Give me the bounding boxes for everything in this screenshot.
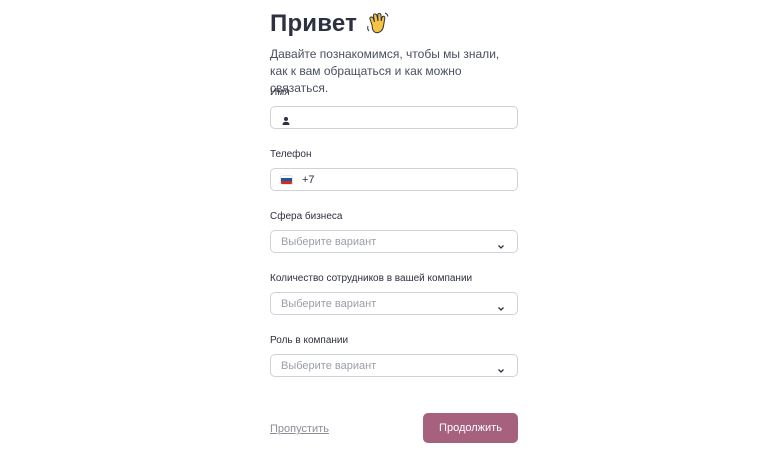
employees-placeholder: Выберите вариант — [281, 297, 377, 310]
continue-button[interactable]: Продолжить — [423, 413, 518, 443]
onboarding-form: Привет Давайте познакомимся, чтобы мы зн… — [270, 8, 518, 443]
role-placeholder: Выберите вариант — [281, 359, 377, 372]
role-select[interactable]: Выберите вариант — [270, 354, 518, 377]
employees-select[interactable]: Выберите вариант — [270, 292, 518, 315]
phone-field: Телефон +7 — [270, 148, 518, 191]
waving-hand-icon — [365, 11, 391, 37]
phone-value: +7 — [302, 173, 315, 186]
chevron-down-icon — [497, 238, 505, 249]
russia-flag-icon[interactable] — [281, 175, 292, 184]
phone-label: Телефон — [270, 149, 312, 160]
business-select[interactable]: Выберите вариант — [270, 230, 518, 253]
business-label: Сфера бизнеса — [270, 211, 343, 222]
role-field: Роль в компании Выберите вариант — [270, 334, 518, 377]
business-field: Сфера бизнеса Выберите вариант — [270, 210, 518, 253]
employees-field: Количество сотрудников в вашей компании … — [270, 272, 518, 315]
name-label: Имя — [270, 87, 290, 98]
role-label: Роль в компании — [270, 335, 349, 346]
user-icon — [281, 113, 291, 125]
name-input[interactable] — [270, 106, 518, 129]
chevron-down-icon — [497, 300, 505, 311]
phone-input[interactable]: +7 — [270, 168, 518, 191]
employees-label: Количество сотрудников в вашей компании — [270, 273, 473, 284]
skip-link[interactable]: Пропустить — [270, 423, 329, 435]
chevron-down-icon — [497, 362, 505, 373]
title-row: Привет — [270, 8, 518, 40]
name-field: Имя — [270, 86, 518, 129]
page-title: Привет — [270, 10, 358, 37]
business-placeholder: Выберите вариант — [281, 235, 377, 248]
